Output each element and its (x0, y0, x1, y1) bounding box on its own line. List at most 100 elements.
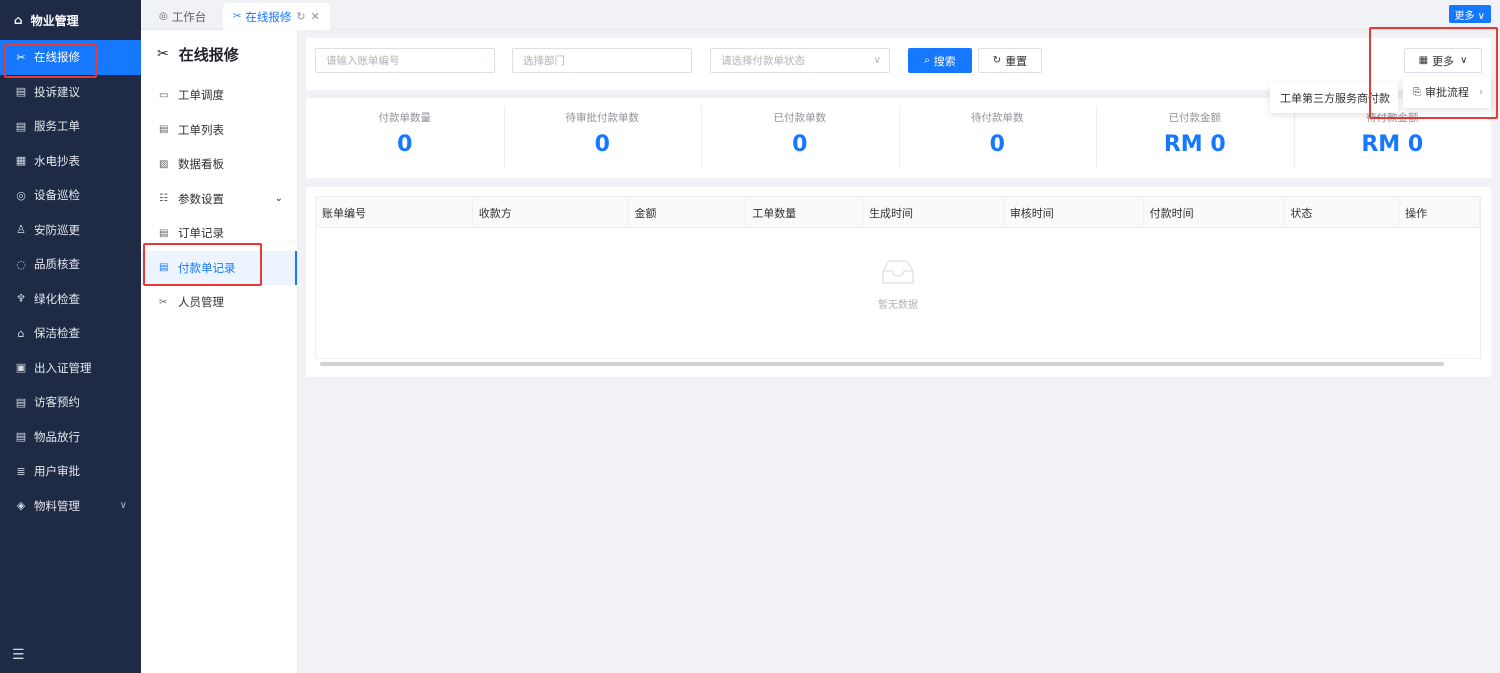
collapse-menu-icon[interactable]: ☰ (12, 647, 25, 663)
bill-number-input[interactable]: 请输入账单编号 (315, 48, 495, 73)
approve-icon: ≣ (16, 464, 26, 478)
sidebar-item[interactable]: ⌂ 保洁检查 (0, 316, 141, 351)
column-header[interactable]: 金额 (628, 197, 747, 228)
subnav-item-label: 订单记录 (178, 226, 224, 241)
tab-label: 在线报修 (245, 9, 292, 24)
subnav-item[interactable]: ✂ 人员管理 (141, 285, 297, 320)
column-header[interactable]: 付款时间 (1144, 197, 1285, 228)
visitor-icon: ▤ (15, 395, 27, 409)
column-header[interactable]: 审核时间 (1004, 197, 1144, 228)
staff-icon: ✂ (159, 296, 168, 308)
chevron-down-icon: ∨ (119, 500, 127, 512)
sidebar-item-label: 服务工单 (34, 119, 80, 134)
sidebar-item-label: 绿化检查 (34, 291, 80, 306)
sidebar-item[interactable]: ▦ 水电抄表 (0, 144, 141, 179)
empty-state: 暂无数据 (316, 257, 1480, 311)
sidebar-item-label: 保洁检查 (34, 326, 80, 341)
sidebar-item[interactable]: ≣ 用户审批 (0, 454, 141, 489)
refresh-icon[interactable]: ↻ (296, 10, 305, 23)
goods-icon: ▤ (15, 430, 27, 444)
sidebar-item[interactable]: ◌ 品质核查 (0, 247, 141, 282)
chevron-down-icon: ∨ (1460, 55, 1468, 66)
subnav-item[interactable]: ▨ 数据看板 (141, 147, 297, 182)
sidebar-item-label: 水电抄表 (34, 153, 80, 168)
more-button[interactable]: ▦ 更多 ∨ (1404, 48, 1482, 73)
list-icon: ▤ (159, 124, 169, 136)
reset-button-label: 重置 (1005, 54, 1028, 68)
column-header[interactable]: 账单编号 (316, 197, 473, 228)
sidebar-item[interactable]: ◈ 物料管理 ∨ (0, 489, 141, 524)
column-header[interactable]: 工单数量 (746, 197, 864, 228)
sidebar-item[interactable]: ▣ 出入证管理 (0, 351, 141, 386)
sidebar-item[interactable]: ▤ 物品放行 (0, 420, 141, 455)
sidebar-item[interactable]: ✂ 在线报修 (0, 40, 141, 75)
department-select[interactable]: 选择部门 (512, 48, 692, 73)
plant-icon: ♆ (16, 292, 26, 306)
subnav-title: ✂ 在线报修 (141, 30, 297, 78)
subnav-item[interactable]: ▤ 工单列表 (141, 113, 297, 148)
payment-icon: ▤ (159, 262, 169, 274)
stat-label: 待审批付款单数 (565, 112, 640, 124)
sidebar-item-label: 设备巡检 (34, 188, 80, 203)
stat-card: 待付款单数 0 (898, 98, 1097, 178)
subnav-item[interactable]: ▭ 工单调度 (141, 78, 297, 113)
sidebar-brand[interactable]: ⌂ 物业管理 (0, 0, 141, 40)
chevron-down-icon: ∨ (873, 55, 881, 66)
subnav-item[interactable]: ▤ 付款单记录 (141, 250, 297, 285)
flow-icon: ⎘ (1413, 86, 1421, 98)
sidebar-item-label: 用户审批 (34, 464, 80, 479)
wrench-icon: ✂ (157, 46, 169, 62)
payment-status-select[interactable]: 请选择付款单状态 ∨ (710, 48, 890, 73)
sidebar-item-label: 在线报修 (34, 50, 80, 65)
reset-button[interactable]: ↻ 重置 (978, 48, 1042, 73)
sidebar-item[interactable]: ◎ 设备巡检 (0, 178, 141, 213)
device-icon: ◎ (16, 188, 26, 202)
horizontal-scrollbar[interactable] (320, 362, 1444, 366)
payment-status-placeholder: 请选择付款单状态 (721, 55, 805, 67)
subnav-item-label: 人员管理 (178, 295, 224, 310)
shield-icon: ◌ (16, 257, 26, 271)
subnav-item[interactable]: ▤ 订单记录 (141, 216, 297, 251)
stat-label: 待付款单数 (971, 112, 1024, 124)
grid-icon: ▦ (1418, 55, 1429, 66)
table-header: 账单编号 收款方 金额 工单数量 生成时间 审核时间 付款时间 状态 操作 (316, 197, 1480, 228)
meter-icon: ▦ (15, 154, 27, 168)
menu-item-approval-flow[interactable]: ⎘ 审批流程 › (1403, 76, 1491, 108)
sub-sidebar: ✂ 在线报修 ▭ 工单调度 ▤ 工单列表 ▨ 数据看板 ☷ 参数设置 ⌄ ▤ 订单记录 ▤ 付款单记录 ✂… (141, 30, 298, 673)
sidebar-item[interactable]: ▤ 投诉建议 (0, 75, 141, 110)
settings-icon: ☷ (159, 193, 168, 205)
stat-label: 已付款金额 (1168, 112, 1222, 124)
material-icon: ◈ (16, 499, 26, 513)
stat-card: 待审批付款单数 0 (503, 98, 702, 178)
dashboard-icon: ◎ (159, 11, 168, 22)
subnav-item-label: 工单调度 (178, 88, 224, 103)
chevron-down-icon: ⌄ (274, 193, 283, 205)
table-card: 账单编号 收款方 金额 工单数量 生成时间 审核时间 付款时间 状态 操作 暂无数据 (306, 187, 1491, 377)
payment-table: 账单编号 收款方 金额 工单数量 生成时间 审核时间 付款时间 状态 操作 暂无数据 (315, 196, 1481, 366)
stat-value: 0 (792, 132, 808, 157)
guard-icon: ♙ (16, 223, 26, 237)
main-sidebar: ⌂ 物业管理 ✂ 在线报修 ▤ 投诉建议 ▤ 服务工单 ▦ 水电抄表 ◎ 设备巡检 ♙ 安防巡更 ◌ 品质… (0, 0, 141, 673)
column-header[interactable]: 收款方 (473, 197, 629, 228)
stat-card: 已付款单数 0 (701, 98, 899, 178)
subnav-item[interactable]: ☷ 参数设置 ⌄ (141, 182, 297, 217)
pass-icon: ▣ (15, 361, 27, 375)
stat-label: 已付款单数 (773, 112, 827, 124)
empty-text: 暂无数据 (878, 300, 918, 311)
subnav-item-label: 参数设置 (178, 191, 224, 206)
search-button[interactable]: ⌕ 搜索 (908, 48, 972, 73)
message-icon: ▤ (15, 85, 27, 99)
column-header[interactable]: 操作 (1399, 197, 1480, 228)
sidebar-item[interactable]: ▤ 服务工单 (0, 109, 141, 144)
column-header[interactable]: 状态 (1284, 197, 1400, 228)
column-header[interactable]: 生成时间 (863, 197, 1004, 228)
tab-workbench[interactable]: ◎ 工作台 (149, 3, 216, 30)
tab-online-repair[interactable]: ✂ 在线报修 ↻ ✕ (223, 3, 330, 30)
close-icon[interactable]: ✕ (311, 10, 320, 23)
search-button-label: 搜索 (933, 54, 956, 68)
tabs-more-button[interactable]: 更多 ∨ (1448, 5, 1491, 23)
sidebar-item[interactable]: ♆ 绿化检查 (0, 282, 141, 317)
sidebar-item[interactable]: ▤ 访客预约 (0, 385, 141, 420)
submenu-third-party-payment[interactable]: 工单第三方服务商付款 (1270, 83, 1398, 113)
sidebar-item[interactable]: ♙ 安防巡更 (0, 213, 141, 248)
